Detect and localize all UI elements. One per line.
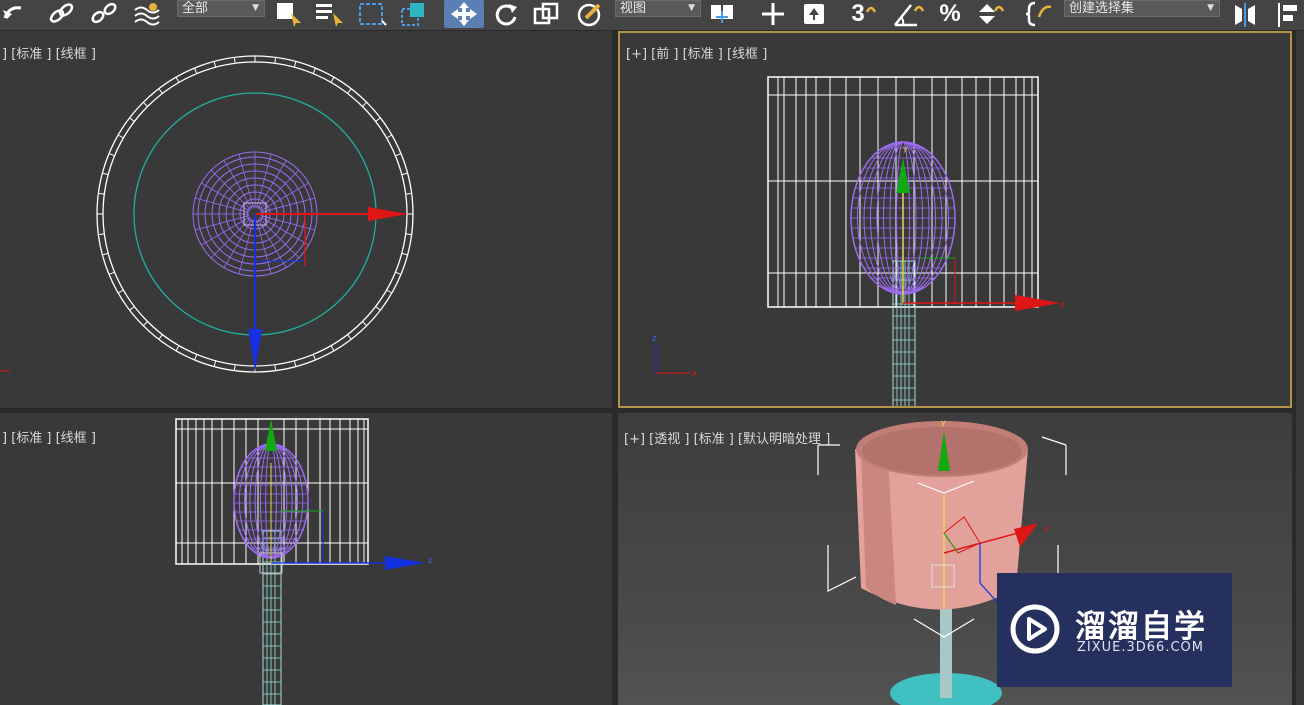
bind-space-warp-icon[interactable] [130, 0, 164, 28]
front-gizmo-x-label: x [1060, 300, 1065, 309]
front-world-z-label: z [652, 334, 657, 344]
select-object-icon[interactable] [272, 0, 304, 28]
watermark-subtitle: ZIXUE.3D66.COM [1077, 640, 1204, 655]
viewport-label-perspective[interactable]: [+] [透视 ] [标准 ] [默认明暗处理 ] [624, 428, 830, 447]
undo-icon[interactable] [0, 0, 30, 28]
reference-coordinate-dropdown[interactable]: 视图 ▼ [615, 0, 701, 17]
viewport-left[interactable]: z ] [标准 ] [线框 ] [0, 413, 612, 705]
mirror-icon[interactable] [1228, 0, 1262, 28]
move-icon[interactable] [444, 0, 484, 28]
left-view-wireframe: z [175, 418, 432, 705]
persp-gizmo-y-label: y [941, 418, 946, 427]
select-by-name-icon[interactable] [312, 0, 346, 28]
angle-snap-icon[interactable] [890, 0, 926, 28]
viewport-label-front[interactable]: [+] [前 ] [标准 ] [线框 ] [626, 43, 767, 62]
named-selection-icon[interactable] [1022, 0, 1060, 28]
snap-toggle-icon[interactable]: 3 [846, 0, 882, 28]
coordinate-system-value: 视图 [620, 1, 647, 16]
snap-label: 3 [851, 0, 865, 27]
command-panel-edge [1296, 31, 1304, 705]
named-selection-set-dropdown[interactable]: 创建选择集 ▼ [1064, 0, 1220, 17]
named-selection-set-value: 创建选择集 [1069, 1, 1135, 16]
use-pivot-icon[interactable] [706, 0, 744, 28]
place-icon[interactable] [572, 0, 608, 28]
top-view-wireframe [0, 55, 414, 373]
front-view-wireframe: x y z x [652, 76, 1065, 406]
viewport-top[interactable]: ] [标准 ] [线框 ] [0, 31, 612, 408]
window-crossing-icon[interactable] [397, 0, 431, 28]
viewport-front[interactable]: x y z x [+] [前 ] [标准 ] [线框 ] [618, 31, 1292, 408]
persp-gizmo-x-label: x [1044, 524, 1049, 533]
viewport-label-left[interactable]: ] [标准 ] [线框 ] [2, 427, 96, 446]
spinner-snap-icon[interactable] [972, 0, 1008, 28]
rotate-icon[interactable] [490, 0, 522, 28]
viewport-label-top[interactable]: ] [标准 ] [线框 ] [2, 43, 96, 62]
chevron-down-icon: ▼ [1207, 3, 1214, 13]
watermark-logo: 溜溜自学 ZIXUE.3D66.COM [997, 573, 1232, 687]
front-gizmo-y-label: y [903, 144, 908, 153]
selection-filter-dropdown[interactable]: 全部 ▼ [177, 0, 265, 17]
align-icon[interactable] [1270, 0, 1304, 28]
rect-selection-icon[interactable] [355, 0, 389, 28]
front-world-x-label: x [692, 369, 698, 379]
main-toolbar: 全部 ▼ 视图 ▼ 3 % 创建选择集 ▼ [0, 0, 1304, 30]
percent-snap-icon[interactable]: % [932, 0, 968, 28]
play-logo-icon [1010, 604, 1060, 654]
chevron-down-icon: ▼ [688, 3, 695, 13]
left-gizmo-z-label: z [428, 556, 432, 565]
manipulate-icon[interactable] [756, 0, 790, 28]
chevron-down-icon: ▼ [252, 3, 259, 13]
link-icon[interactable] [46, 0, 78, 28]
unlink-icon[interactable] [88, 0, 120, 28]
scale-icon[interactable] [530, 0, 564, 28]
keyboard-shortcut-icon[interactable] [798, 0, 832, 28]
selection-filter-value: 全部 [182, 1, 209, 16]
